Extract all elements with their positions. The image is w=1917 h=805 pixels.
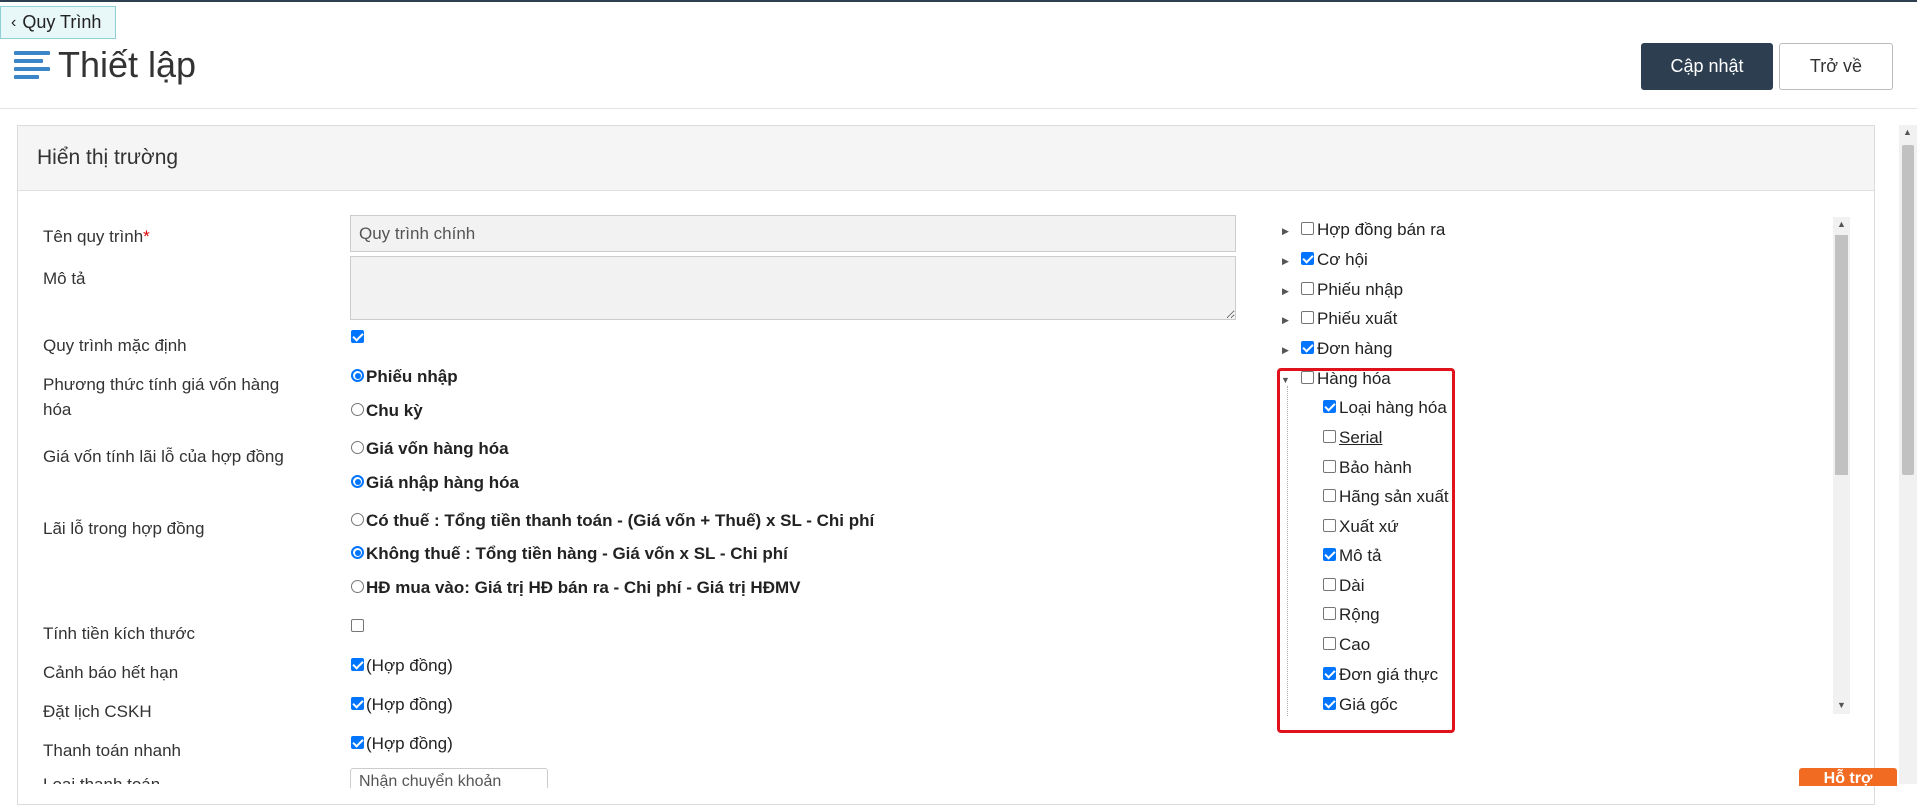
panel-title: Hiển thị trường (18, 126, 1874, 191)
profit-cost-label: Giá vốn tính lãi lỗ của hợp đồng (43, 447, 284, 466)
care-schedule-checkbox[interactable] (351, 697, 364, 710)
expand-arrow-icon[interactable]: ▶ (1282, 226, 1289, 237)
quick-pay-note: (Hợp đồng) (366, 734, 453, 753)
expiry-note: (Hợp đồng) (366, 656, 453, 675)
top-border (0, 0, 1917, 2)
page-header: Thiết lập (14, 44, 196, 86)
care-schedule-note: (Hợp đồng) (366, 695, 453, 714)
contract-profit-option-purchase: HĐ mua vào: Giá trị HĐ bán ra - Chi phí … (366, 578, 801, 597)
list-icon (14, 51, 50, 79)
default-process-label: Quy trình mặc định (43, 336, 187, 355)
expand-arrow-icon[interactable]: ▶ (1282, 286, 1289, 297)
tree-item-issue[interactable]: Phiếu xuất (1317, 308, 1397, 330)
tree-checkbox-contract[interactable] (1301, 222, 1314, 235)
payment-type-select[interactable]: Nhận chuyển khoản (350, 768, 548, 788)
header-divider (0, 108, 1917, 109)
cost-method-label: Phương thức tính giá vốn hàng hóa (43, 375, 280, 419)
desc-label: Mô tả (43, 269, 86, 288)
scroll-down-icon[interactable]: ▼ (1837, 700, 1846, 710)
tree-scrollbar[interactable]: ▲ ▼ (1833, 217, 1850, 714)
cost-method-option-receipt: Phiếu nhập (366, 367, 458, 386)
cost-method-radio-receipt[interactable] (351, 369, 364, 382)
page-scrollbar-thumb[interactable] (1902, 145, 1914, 475)
expand-arrow-icon[interactable]: ▶ (1282, 315, 1289, 326)
process-name-input[interactable]: Quy trình chính (350, 215, 1236, 252)
contract-profit-label: Lãi lỗ trong hợp đồng (43, 519, 205, 538)
back-tab-label: Quy Trình (22, 12, 102, 32)
highlight-box (1277, 368, 1455, 733)
quick-pay-label: Thanh toán nhanh (43, 741, 182, 760)
contract-profit-radio-purchase[interactable] (351, 580, 364, 593)
expand-arrow-icon[interactable]: ▶ (1282, 256, 1289, 267)
scroll-up-icon[interactable]: ▲ (1903, 127, 1912, 137)
tree-item-receipt[interactable]: Phiếu nhập (1317, 279, 1403, 301)
update-button[interactable]: Cập nhật (1641, 43, 1773, 90)
quick-pay-checkbox[interactable] (351, 736, 364, 749)
tree-scrollbar-thumb[interactable] (1835, 235, 1848, 475)
description-textarea[interactable] (350, 256, 1236, 320)
profit-cost-option-goods: Giá vốn hàng hóa (366, 439, 509, 458)
tree-item-contract[interactable]: Hợp đồng bán ra (1317, 219, 1445, 241)
page-title: Thiết lập (58, 44, 197, 85)
tree-checkbox-issue[interactable] (1301, 311, 1314, 324)
scroll-up-icon[interactable]: ▲ (1837, 219, 1846, 229)
size-price-checkbox[interactable] (351, 619, 364, 632)
contract-profit-option-notax: Không thuế : Tổng tiền hàng - Giá vốn x … (366, 544, 788, 563)
cost-method-option-period: Chu kỳ (366, 401, 423, 420)
contract-profit-radio-notax[interactable] (351, 546, 364, 559)
tree-checkbox-receipt[interactable] (1301, 282, 1314, 295)
cost-method-radio-period[interactable] (351, 403, 364, 416)
profit-cost-radio-import[interactable] (351, 475, 364, 488)
help-button[interactable]: Hỗ trợ (1799, 768, 1897, 786)
page-scrollbar[interactable]: ▲ (1899, 125, 1917, 784)
profit-cost-option-import: Giá nhập hàng hóa (366, 473, 520, 492)
care-schedule-label: Đặt lịch CSKH (43, 702, 152, 721)
payment-type-label: Loại thanh toán (43, 772, 160, 784)
tree-checkbox-order[interactable] (1301, 341, 1314, 354)
expiry-checkbox[interactable] (351, 658, 364, 671)
contract-profit-option-tax: Có thuế : Tổng tiền thanh toán - (Giá vố… (366, 511, 875, 530)
expiry-label: Cảnh báo hết hạn (43, 663, 179, 682)
contract-profit-radio-tax[interactable] (351, 513, 364, 526)
back-button[interactable]: Trở về (1779, 43, 1893, 90)
chevron-left-icon: ‹ (11, 13, 17, 31)
size-price-label: Tính tiền kích thước (43, 624, 195, 643)
tree-item-order[interactable]: Đơn hàng (1317, 338, 1392, 360)
back-to-process-tab[interactable]: ‹ Quy Trình (0, 6, 117, 39)
profit-cost-radio-goods[interactable] (351, 441, 364, 454)
default-process-checkbox[interactable] (351, 330, 364, 343)
expand-arrow-icon[interactable]: ▶ (1282, 345, 1289, 356)
tree-checkbox-opportunity[interactable] (1301, 252, 1314, 265)
tree-item-opportunity[interactable]: Cơ hội (1317, 249, 1368, 271)
name-label: Tên quy trình* (43, 227, 150, 246)
